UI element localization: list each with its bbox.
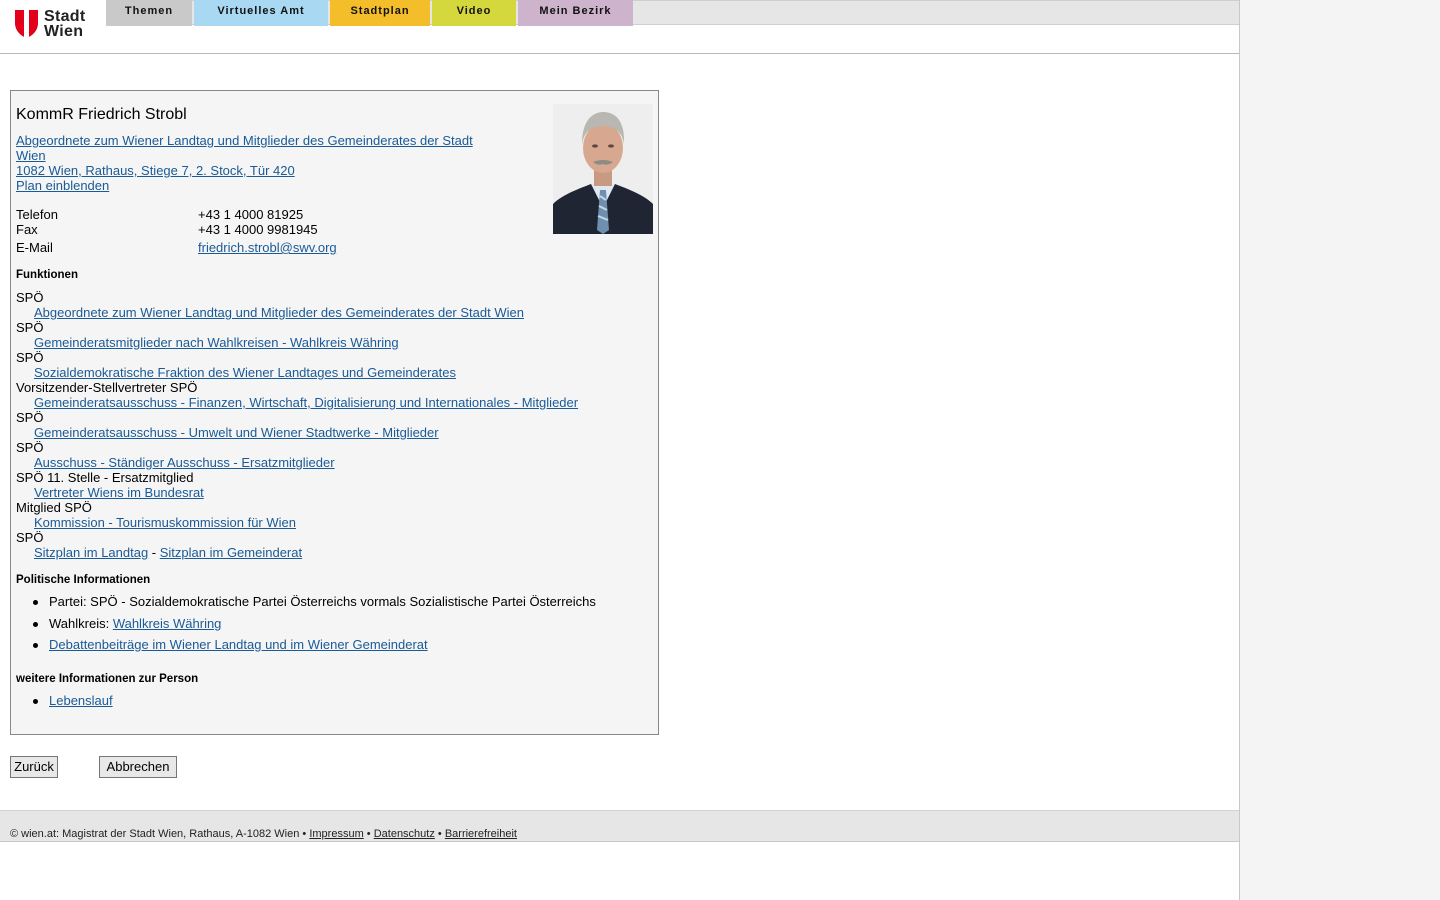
function-link[interactable]: Sozialdemokratische Fraktion des Wiener … <box>34 365 456 380</box>
org-link-line2[interactable]: Wien <box>16 148 46 163</box>
function-role: SPÖ <box>16 440 44 455</box>
show-plan-link[interactable]: Plan einblenden <box>16 178 109 193</box>
district-label: Wahlkreis: <box>49 616 113 631</box>
functions-heading: Funktionen <box>16 269 78 281</box>
more-info-heading: weitere Informationen zur Person <box>16 673 199 685</box>
seating-plan-gemeinderat-link[interactable]: Sitzplan im Gemeinderat <box>160 545 302 560</box>
district-link[interactable]: Wahlkreis Währing <box>113 616 222 631</box>
fax-value: +43 1 4000 9981945 <box>198 222 318 237</box>
function-role: Vorsitzender-Stellvertreter SPÖ <box>16 380 198 395</box>
function-role: SPÖ <box>16 290 44 305</box>
fax-label: Fax <box>16 222 38 237</box>
seating-plan-links: Sitzplan im Landtag - Sitzplan im Gemein… <box>34 545 302 560</box>
person-card: KommR Friedrich Strobl Abgeordnete zum W… <box>10 90 659 735</box>
function-link[interactable]: Gemeinderatsausschuss - Finanzen, Wirtsc… <box>34 395 578 410</box>
function-role: SPÖ <box>16 530 44 545</box>
logo-text: Stadt Wien <box>44 8 86 40</box>
seating-plan-separator: - <box>148 545 160 560</box>
vienna-shield-icon <box>15 10 38 39</box>
function-role: SPÖ 11. Stelle - Ersatzmitglied <box>16 470 194 485</box>
party-text: Partei: SPÖ - Sozialdemokratische Partei… <box>49 594 596 609</box>
org-link-block: Abgeordnete zum Wiener Landtag und Mitgl… <box>16 133 473 193</box>
function-link[interactable]: Ausschuss - Ständiger Ausschuss - Ersatz… <box>34 455 335 470</box>
tab-stadtplan[interactable]: Stadtplan <box>330 0 430 26</box>
tab-virtuelles-amt[interactable]: Virtuelles Amt <box>194 0 328 26</box>
impressum-link[interactable]: Impressum <box>309 828 363 840</box>
tab-mein-bezirk[interactable]: Mein Bezirk <box>518 0 633 26</box>
page: Stadt Wien Themen Virtuelles Amt Stadtpl… <box>0 0 1240 900</box>
footer-sep: • <box>299 828 310 840</box>
tab-video[interactable]: Video <box>432 0 516 26</box>
seating-plan-landtag-link[interactable]: Sitzplan im Landtag <box>34 545 148 560</box>
site-header: Stadt Wien Themen Virtuelles Amt Stadtpl… <box>0 0 1239 54</box>
debates-link[interactable]: Debattenbeiträge im Wiener Landtag und i… <box>49 637 428 652</box>
org-link-line1[interactable]: Abgeordnete zum Wiener Landtag und Mitgl… <box>16 133 473 148</box>
function-role: SPÖ <box>16 350 44 365</box>
barrierefreiheit-link[interactable]: Barrierefreiheit <box>445 828 517 840</box>
footer-sep: • <box>434 828 445 840</box>
function-link[interactable]: Vertreter Wiens im Bundesrat <box>34 485 204 500</box>
logo-line2: Wien <box>44 23 84 40</box>
stadt-wien-logo[interactable]: Stadt Wien <box>14 9 86 43</box>
function-link[interactable]: Kommission - Tourismuskommission für Wie… <box>34 515 296 530</box>
function-role: SPÖ <box>16 320 44 335</box>
phone-label: Telefon <box>16 207 58 222</box>
district-item: Wahlkreis: Wahlkreis Währing <box>49 616 221 631</box>
footer-copyright: © wien.at: Magistrat der Stadt Wien, Rat… <box>10 828 300 840</box>
tab-themen[interactable]: Themen <box>106 0 192 26</box>
site-footer: © wien.at: Magistrat der Stadt Wien, Rat… <box>0 810 1239 842</box>
function-link[interactable]: Gemeinderatsmitglieder nach Wahlkreisen … <box>34 335 399 350</box>
cancel-button[interactable]: Abbrechen <box>99 756 177 778</box>
phone-value: +43 1 4000 81925 <box>198 207 304 222</box>
back-button[interactable]: Zurück <box>10 756 58 778</box>
function-role: SPÖ <box>16 410 44 425</box>
datenschutz-link[interactable]: Datenschutz <box>374 828 435 840</box>
footer-text: © wien.at: Magistrat der Stadt Wien, Rat… <box>10 828 517 840</box>
function-role: Mitglied SPÖ <box>16 500 92 515</box>
person-name: KommR Friedrich Strobl <box>16 106 187 123</box>
email-label: E-Mail <box>16 240 53 255</box>
footer-sep: • <box>363 828 374 840</box>
political-heading: Politische Informationen <box>16 574 151 586</box>
cv-link[interactable]: Lebenslauf <box>49 693 113 708</box>
person-photo <box>553 104 653 234</box>
function-link[interactable]: Abgeordnete zum Wiener Landtag und Mitgl… <box>34 305 524 320</box>
function-link[interactable]: Gemeinderatsausschuss - Umwelt und Wiene… <box>34 425 439 440</box>
address-link[interactable]: 1082 Wien, Rathaus, Stiege 7, 2. Stock, … <box>16 163 295 178</box>
email-link[interactable]: friedrich.strobl@swv.org <box>198 240 337 255</box>
logo-line1: Stadt <box>44 8 86 25</box>
